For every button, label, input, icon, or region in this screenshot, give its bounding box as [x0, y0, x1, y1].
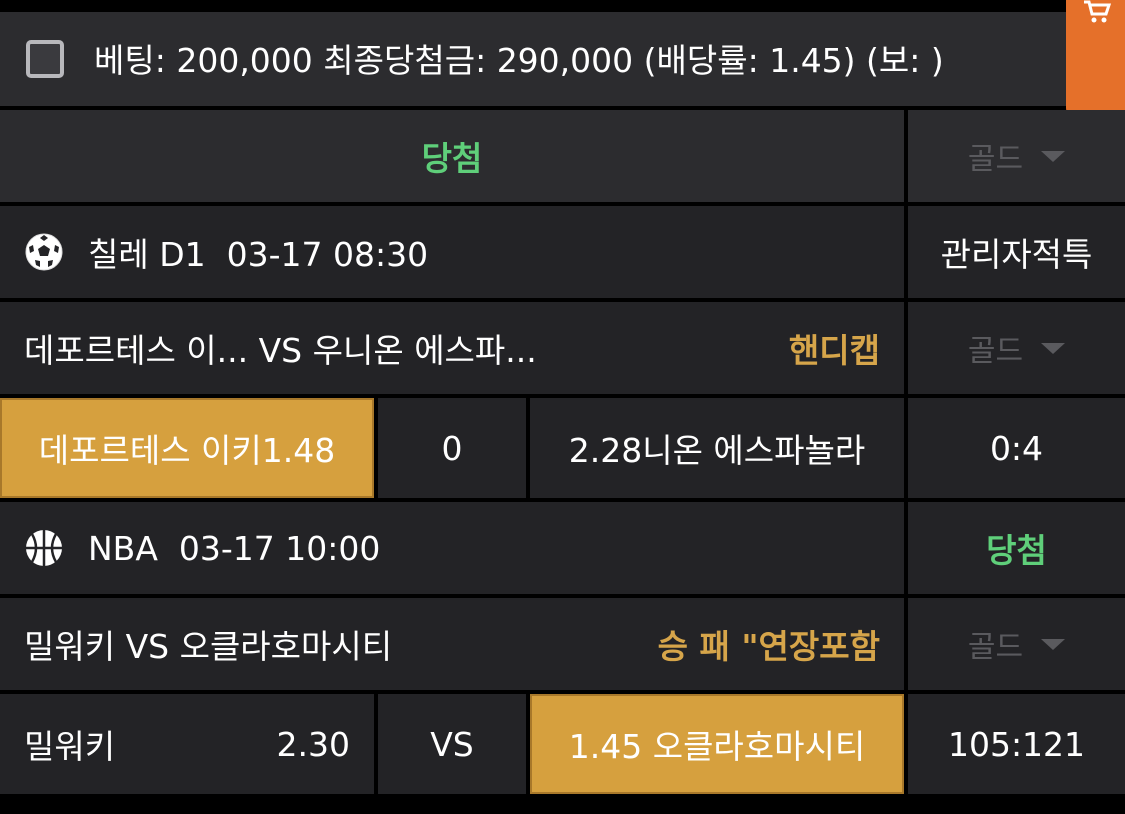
chevron-down-icon	[1041, 150, 1066, 162]
gold-select-label: 골드	[967, 142, 1024, 177]
game1-league-time: 칠레 D1 03-17 08:30	[88, 235, 429, 274]
game2-away-pick[interactable]: 1.45 오클라호마시티	[530, 694, 904, 794]
gold-select-label: 골드	[967, 334, 1024, 369]
bet-result-label: 당첨	[421, 139, 483, 178]
bet-result: 당첨	[0, 110, 904, 202]
game2-teams: 밀워키 VS 오클라호마시티	[24, 627, 393, 666]
game1-market: 핸디캡	[788, 331, 880, 370]
game1-handicap: 0	[378, 398, 526, 498]
game1-home-pick[interactable]: 데포르테스 이키1.48	[0, 398, 374, 498]
game1-status: 관리자적특	[908, 206, 1125, 298]
gold-select[interactable]: 골드	[908, 110, 1125, 202]
game2-status-label: 당첨	[986, 531, 1047, 570]
select-bet-checkbox[interactable]	[26, 40, 64, 78]
game2-home-price: 2.30	[276, 724, 350, 764]
bet-summary-text: 베팅: 200,000 최종당첨금: 290,000 (배당률: 1.45) (…	[94, 41, 944, 80]
game2-league-time: NBA 03-17 10:00	[88, 528, 381, 568]
gold-select-label: 골드	[967, 630, 1024, 665]
game2-league-row: NBA 03-17 10:00	[0, 502, 904, 594]
game1-gold-select[interactable]: 골드	[908, 302, 1125, 394]
game2-home-team: 밀워키	[24, 727, 116, 766]
game2-home-odds[interactable]: 밀워키 2.30	[0, 694, 374, 794]
chevron-down-icon	[1041, 342, 1066, 354]
game2-gold-select[interactable]: 골드	[908, 598, 1125, 690]
game1-league-row: 칠레 D1 03-17 08:30	[0, 206, 904, 298]
game2-score: 105:121	[908, 694, 1125, 794]
game2-vs: VS	[378, 694, 526, 794]
soccer-ball-icon	[25, 233, 63, 271]
cart-icon	[1084, 0, 1112, 23]
game1-teams: 데포르테스 이... VS 우니온 에스파...	[24, 331, 537, 370]
basketball-icon	[26, 530, 62, 566]
game1-away-odds[interactable]: 2.28니온 에스파뇰라	[530, 398, 904, 498]
game2-market: 승 패 "연장포함	[657, 627, 880, 666]
game2-status: 당첨	[908, 502, 1125, 594]
cart-button[interactable]	[1066, 0, 1125, 122]
game1-score: 0:4	[908, 398, 1125, 498]
chevron-down-icon	[1041, 638, 1066, 650]
